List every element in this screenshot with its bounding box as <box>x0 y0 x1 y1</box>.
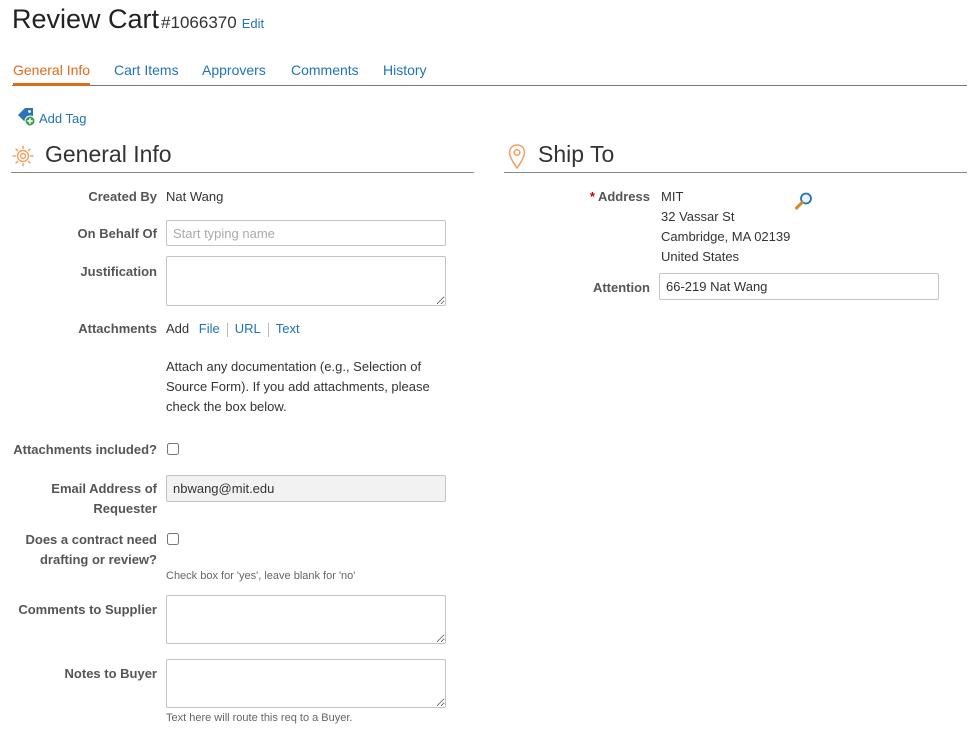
ship-to-section-header: Ship To <box>504 141 967 173</box>
justification-label: Justification <box>80 264 157 279</box>
add-file-link[interactable]: File <box>199 321 220 336</box>
contract-review-label-line: Does a contract need <box>25 532 158 547</box>
magnifier-icon[interactable] <box>794 191 814 214</box>
notes-to-buyer-textarea[interactable] <box>166 659 446 708</box>
attention-label: Attention <box>592 280 650 295</box>
notes-to-buyer-hint: Text here will route this req to a Buyer… <box>166 712 353 724</box>
tag-plus-icon <box>16 107 36 130</box>
contract-review-hint: Check box for 'yes', leave blank for 'no… <box>166 570 356 582</box>
address-label: * Address <box>504 187 650 207</box>
contract-review-checkbox[interactable] <box>167 533 179 545</box>
attachments-help-line: Source Form). If you add attachments, pl… <box>166 379 430 394</box>
divider <box>226 322 228 337</box>
add-url-link[interactable]: URL <box>235 321 261 336</box>
on-behalf-of-label: On Behalf Of <box>77 226 157 241</box>
add-tag-button[interactable]: Add Tag <box>16 107 87 130</box>
comments-to-supplier-label: Comments to Supplier <box>18 602 157 617</box>
attachments-included-checkbox[interactable] <box>167 443 179 455</box>
justification-textarea[interactable] <box>166 256 446 306</box>
ship-to-title: Ship To <box>538 141 615 167</box>
address-line: 32 Vassar St <box>661 209 735 224</box>
general-info-section-header: General Info <box>11 141 474 173</box>
attachments-help-line: Attach any documentation (e.g., Selectio… <box>166 359 422 374</box>
page-header: Review Cart #1066370 Edit <box>12 4 264 35</box>
attachments-included-label: Attachments included? <box>13 442 157 457</box>
contract-review-label: Does a contract need drafting or review? <box>11 530 158 570</box>
address-value: MIT 32 Vassar St Cambridge, MA 02139 Uni… <box>661 187 790 267</box>
contract-review-label-line: drafting or review? <box>39 552 157 567</box>
gear-icon <box>11 144 35 171</box>
email-label-line: Email Address of <box>51 481 157 496</box>
notes-to-buyer-label: Notes to Buyer <box>64 666 157 681</box>
attachments-help-text: Attach any documentation (e.g., Selectio… <box>166 357 430 417</box>
cart-number: #1066370 <box>161 13 237 32</box>
created-by-label: Created By <box>88 189 157 204</box>
edit-cart-name-link[interactable]: Edit <box>242 16 264 31</box>
email-label: Email Address of Requester <box>11 479 157 519</box>
address-line: Cambridge, MA 02139 <box>661 229 791 244</box>
divider <box>267 322 269 337</box>
attachments-add-text: Add <box>166 321 190 336</box>
attention-input[interactable] <box>659 273 939 300</box>
tab-approvers[interactable]: Approvers <box>202 62 266 78</box>
tab-cart-items[interactable]: Cart Items <box>114 62 179 78</box>
attachments-label: Attachments <box>78 321 157 336</box>
address-line: MIT <box>661 189 684 204</box>
add-text-link[interactable]: Text <box>276 321 300 336</box>
address-line: United States <box>661 249 740 264</box>
email-label-line: Requester <box>93 501 157 516</box>
created-by-value: Nat Wang <box>166 189 224 204</box>
tab-bar: General Info Cart Items Approvers Commen… <box>12 62 967 86</box>
tab-comments[interactable]: Comments <box>291 62 359 78</box>
attachments-add-options: Add File URL Text <box>166 319 300 339</box>
tab-history[interactable]: History <box>383 62 427 78</box>
address-label-text: Address <box>597 189 650 204</box>
general-info-title: General Info <box>45 141 172 167</box>
attachments-help-line: check the box below. <box>166 399 287 414</box>
tab-general-info[interactable]: General Info <box>13 62 91 86</box>
required-marker: * <box>589 189 595 204</box>
page-title: Review Cart <box>12 4 160 34</box>
map-pin-icon <box>508 144 526 173</box>
email-input <box>166 475 446 502</box>
comments-to-supplier-textarea[interactable] <box>166 595 446 644</box>
add-tag-label: Add Tag <box>39 110 87 126</box>
on-behalf-of-input[interactable] <box>166 220 446 246</box>
